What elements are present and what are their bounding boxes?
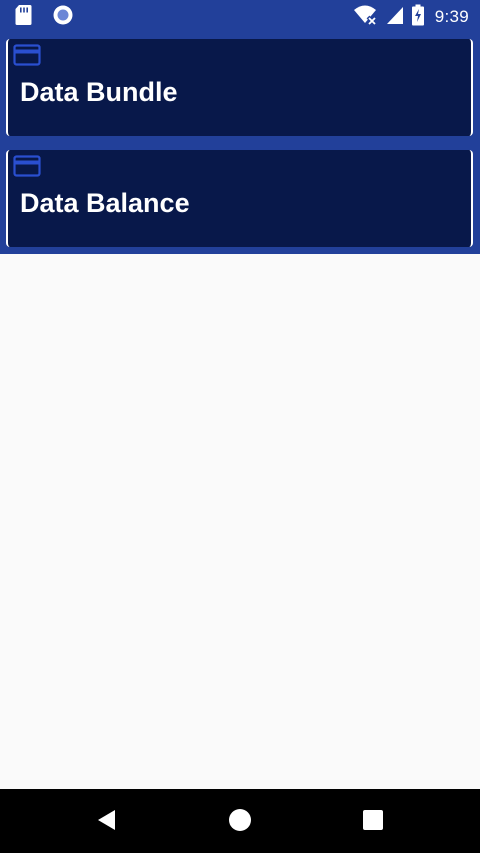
status-right-icons: 9:39 <box>353 4 469 31</box>
battery-charging-icon <box>411 4 425 31</box>
home-button[interactable] <box>225 807 255 837</box>
back-button[interactable] <box>91 807 121 837</box>
wifi-icon <box>353 4 379 31</box>
recents-button[interactable] <box>358 807 388 837</box>
home-icon <box>228 808 252 837</box>
card-title: Data Bundle <box>20 77 178 107</box>
card-title: Data Balance <box>20 188 190 218</box>
sd-card-icon <box>14 4 32 31</box>
status-left-icons <box>14 4 74 31</box>
status-time: 9:39 <box>434 7 469 26</box>
recents-icon <box>362 809 384 836</box>
cell-signal-icon <box>385 4 405 31</box>
card-data-bundle[interactable]: Data Bundle <box>6 39 473 136</box>
credit-card-icon <box>13 155 41 177</box>
credit-card-icon <box>13 44 41 66</box>
back-icon <box>95 808 117 837</box>
navigation-bar <box>0 789 480 853</box>
card-data-balance[interactable]: Data Balance <box>6 150 473 247</box>
status-bar: 9:39 <box>0 0 480 33</box>
sync-circle-icon <box>52 4 74 31</box>
